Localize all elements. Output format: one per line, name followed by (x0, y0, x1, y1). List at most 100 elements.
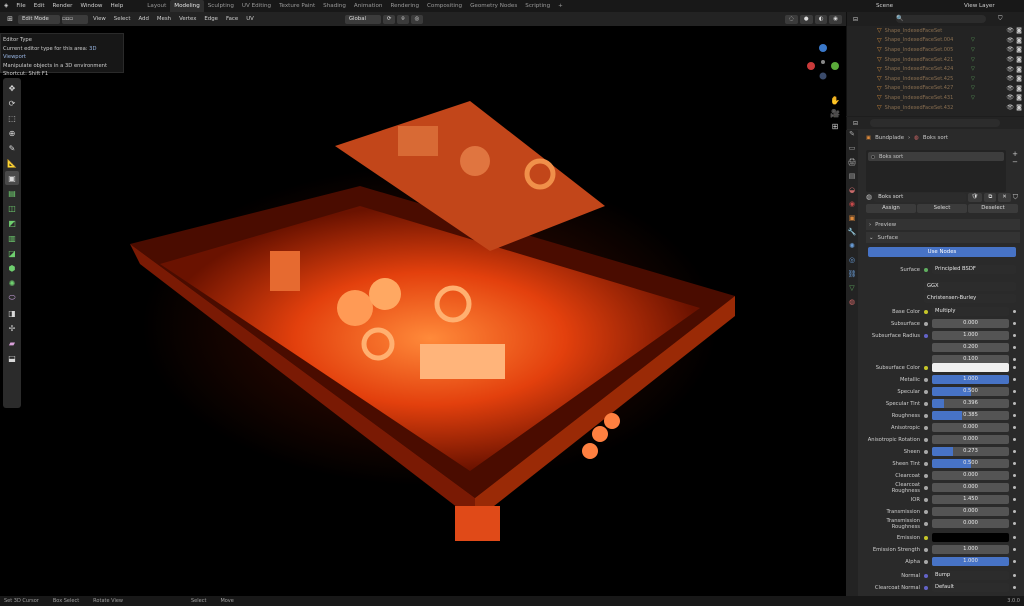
shading-solid-icon[interactable]: ● (799, 14, 813, 24)
filter-icon[interactable]: ⛉ (1013, 193, 1018, 202)
bevel-icon[interactable]: ◩ (5, 216, 19, 230)
keyframe-dot-icon[interactable] (1013, 462, 1016, 465)
proportional-edit-icon[interactable]: ◎ (410, 14, 424, 24)
subsurface-method-dropdown[interactable]: Christensen-Burley (924, 294, 1016, 303)
deselect-button[interactable]: Deselect (968, 204, 1018, 213)
extrude-icon[interactable]: ▤ (5, 186, 19, 200)
visibility-icon[interactable]: 👁 (1006, 66, 1014, 73)
outliner-row[interactable]: ▽ Shape_IndexedFaceSet.432 👁 ◙ (847, 103, 1024, 113)
input-socket-icon[interactable] (924, 485, 928, 490)
visibility-icon[interactable]: 👁 (1006, 46, 1014, 53)
tool-tab-icon[interactable]: ✎ (846, 130, 858, 144)
tab-scripting[interactable]: Scripting (521, 0, 554, 12)
shading-material-icon[interactable]: ◐ (814, 14, 828, 24)
add-workspace-button[interactable]: + (554, 0, 567, 12)
properties-editor-icon[interactable]: ⊟ (853, 120, 858, 127)
bsdf-field-value[interactable]: 0.396 (932, 399, 1009, 408)
constraints-tab-icon[interactable]: ⛓ (846, 270, 858, 284)
smooth-icon[interactable]: ⬭ (5, 291, 19, 305)
render-camera-icon[interactable]: ◙ (1016, 37, 1022, 44)
menu-select[interactable]: Select (111, 16, 134, 22)
tab-shading[interactable]: Shading (319, 0, 350, 12)
render-camera-icon[interactable]: ◙ (1016, 56, 1022, 63)
visibility-icon[interactable]: 👁 (1006, 104, 1014, 111)
surface-shader-field[interactable]: Principled BSDF (932, 265, 1016, 274)
scene-selector[interactable]: Scene (872, 0, 960, 12)
preview-panel-header[interactable]: › Preview (866, 219, 1020, 230)
navigation-gizmo[interactable] (806, 42, 840, 82)
menu-face[interactable]: Face (223, 16, 241, 22)
outliner-row[interactable]: ▽ Shape_IndexedFaceSet.425 ▽ 👁 ◙ (847, 74, 1024, 84)
bsdf-field-value[interactable]: 0.000 (932, 471, 1009, 480)
knife-icon[interactable]: ◪ (5, 246, 19, 260)
bsdf-field-value[interactable]: 0.500 (932, 459, 1009, 468)
shading-wireframe-icon[interactable]: ◌ (785, 14, 798, 24)
render-camera-icon[interactable]: ◙ (1016, 27, 1022, 34)
keyframe-dot-icon[interactable] (1013, 358, 1016, 361)
material-tab-icon[interactable]: ◍ (846, 298, 858, 312)
bsdf-field-value[interactable]: 0.200 (932, 343, 1009, 352)
gizmo-neg-z[interactable] (819, 72, 827, 80)
visibility-icon[interactable]: 👁 (1006, 56, 1014, 63)
tab-texture-paint[interactable]: Texture Paint (275, 0, 319, 12)
object-tab-icon[interactable]: ▣ (846, 214, 858, 228)
keyframe-dot-icon[interactable] (1013, 536, 1016, 539)
view-layer-selector[interactable]: View Layer (960, 0, 1024, 12)
keyframe-dot-icon[interactable] (1013, 510, 1016, 513)
material-name-field[interactable]: Boks sort (874, 192, 966, 202)
shading-rendered-icon[interactable]: ◉ (829, 14, 842, 24)
scene-tab-icon[interactable]: ◒ (846, 186, 858, 200)
material-slot-list[interactable]: Boks sort (866, 150, 1006, 192)
menu-window[interactable]: Window (76, 0, 106, 12)
rotate-icon[interactable]: ⟳ (5, 96, 19, 110)
bsdf-field-value[interactable]: 0.000 (932, 435, 1009, 444)
annotate-icon[interactable]: ✎ (5, 141, 19, 155)
add-slot-button[interactable]: + (1010, 150, 1020, 158)
bsdf-field-value[interactable]: 0.500 (932, 387, 1009, 396)
keyframe-dot-icon[interactable] (1013, 498, 1016, 501)
bsdf-field-value[interactable]: 0.385 (932, 411, 1009, 420)
bsdf-field-value[interactable]: 0.273 (932, 447, 1009, 456)
bsdf-field-value[interactable]: 0.000 (932, 423, 1009, 432)
keyframe-dot-icon[interactable] (1013, 346, 1016, 349)
keyframe-dot-icon[interactable] (1013, 366, 1016, 369)
menu-add[interactable]: Add (135, 16, 151, 22)
tab-compositing[interactable]: Compositing (423, 0, 466, 12)
physics-tab-icon[interactable]: ◎ (846, 256, 858, 270)
surface-panel-header[interactable]: ⌄ Surface (866, 232, 1020, 243)
distribution-dropdown[interactable]: GGX (924, 282, 1016, 291)
bsdf-field-value[interactable]: 1.450 (932, 495, 1009, 504)
menu-mesh[interactable]: Mesh (154, 16, 174, 22)
input-socket-icon[interactable] (924, 461, 928, 466)
menu-edit[interactable]: Edit (30, 0, 49, 12)
use-nodes-button[interactable]: Use Nodes (868, 247, 1016, 257)
input-socket-icon[interactable] (924, 377, 928, 382)
keyframe-dot-icon[interactable] (1013, 402, 1016, 405)
outliner-row[interactable]: ▽ Shape_IndexedFaceSet 👁 ◙ (847, 26, 1024, 36)
menu-uv[interactable]: UV (243, 16, 257, 22)
input-socket-icon[interactable] (924, 321, 928, 326)
poly-build-icon[interactable]: ⬢ (5, 261, 19, 275)
tab-modeling[interactable]: Modeling (170, 0, 204, 12)
view-layer-tab-icon[interactable]: ▤ (846, 172, 858, 186)
snap-icon[interactable]: ⌾ (397, 14, 409, 24)
menu-edge[interactable]: Edge (201, 16, 221, 22)
duplicate-material-icon[interactable]: ⧉ (984, 192, 997, 202)
camera-view-icon[interactable]: 🎥 (829, 109, 841, 122)
keyframe-dot-icon[interactable] (1013, 414, 1016, 417)
keyframe-dot-icon[interactable] (1013, 574, 1016, 577)
rip-region-icon[interactable]: ⬓ (5, 351, 19, 365)
bsdf-field-value[interactable]: Default (932, 583, 1009, 592)
input-socket-icon[interactable] (924, 547, 928, 552)
unlink-material-icon[interactable]: ✕ (998, 192, 1011, 202)
move-icon[interactable]: ✥ (5, 81, 19, 95)
keyframe-dot-icon[interactable] (1013, 322, 1016, 325)
ortho-grid-icon[interactable]: ⊞ (829, 122, 841, 135)
bsdf-field-value[interactable]: 1.000 (932, 375, 1009, 384)
input-socket-icon[interactable] (924, 559, 928, 564)
visibility-icon[interactable]: 👁 (1006, 75, 1014, 82)
tab-uv-editing[interactable]: UV Editing (238, 0, 275, 12)
remove-slot-button[interactable]: − (1010, 158, 1020, 166)
bsdf-field-value[interactable]: 1.000 (932, 545, 1009, 554)
input-socket-icon[interactable] (924, 401, 928, 406)
